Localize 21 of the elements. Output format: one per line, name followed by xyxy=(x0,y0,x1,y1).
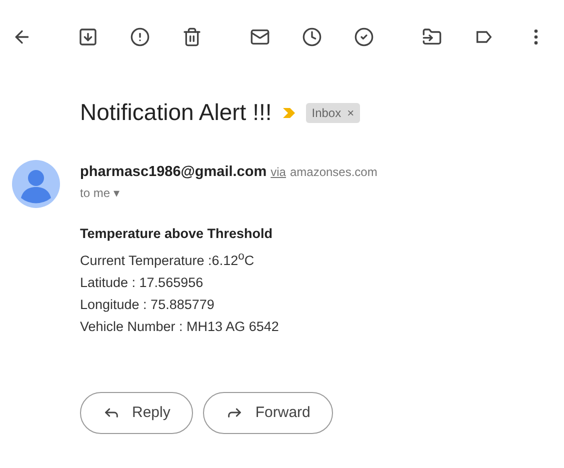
message-heading: Temperature above Threshold xyxy=(80,226,274,241)
sender-domain: amazonses.com xyxy=(290,165,378,179)
check-circle-icon[interactable] xyxy=(354,26,374,48)
email-subject: Notification Alert !!! xyxy=(80,99,272,126)
report-spam-icon[interactable] xyxy=(130,26,150,48)
delete-icon[interactable] xyxy=(182,26,202,48)
message-line: Vehicle Number : MH13 AG 6542 xyxy=(80,318,280,334)
clock-icon[interactable] xyxy=(302,26,322,48)
forward-button[interactable]: Forward xyxy=(203,392,334,434)
avatar-icon xyxy=(12,160,60,208)
sender-email: pharmasc1986@gmail.com xyxy=(80,164,267,180)
inbox-label-chip[interactable]: Inbox × xyxy=(306,102,360,122)
reply-button[interactable]: Reply xyxy=(80,392,194,434)
remove-label-button[interactable]: × xyxy=(347,106,354,120)
archive-icon[interactable] xyxy=(78,26,98,48)
recipient-dropdown[interactable]: to me ▾ xyxy=(80,186,120,200)
message-line: Current Temperature :6.12$^{o}$C xyxy=(80,250,256,268)
message-line: Longitude : 75.885779 xyxy=(80,296,216,312)
via-link[interactable]: via xyxy=(270,165,286,179)
importance-marker-icon[interactable] xyxy=(282,106,296,118)
message-line: Latitude : 17.565956 xyxy=(80,274,204,290)
